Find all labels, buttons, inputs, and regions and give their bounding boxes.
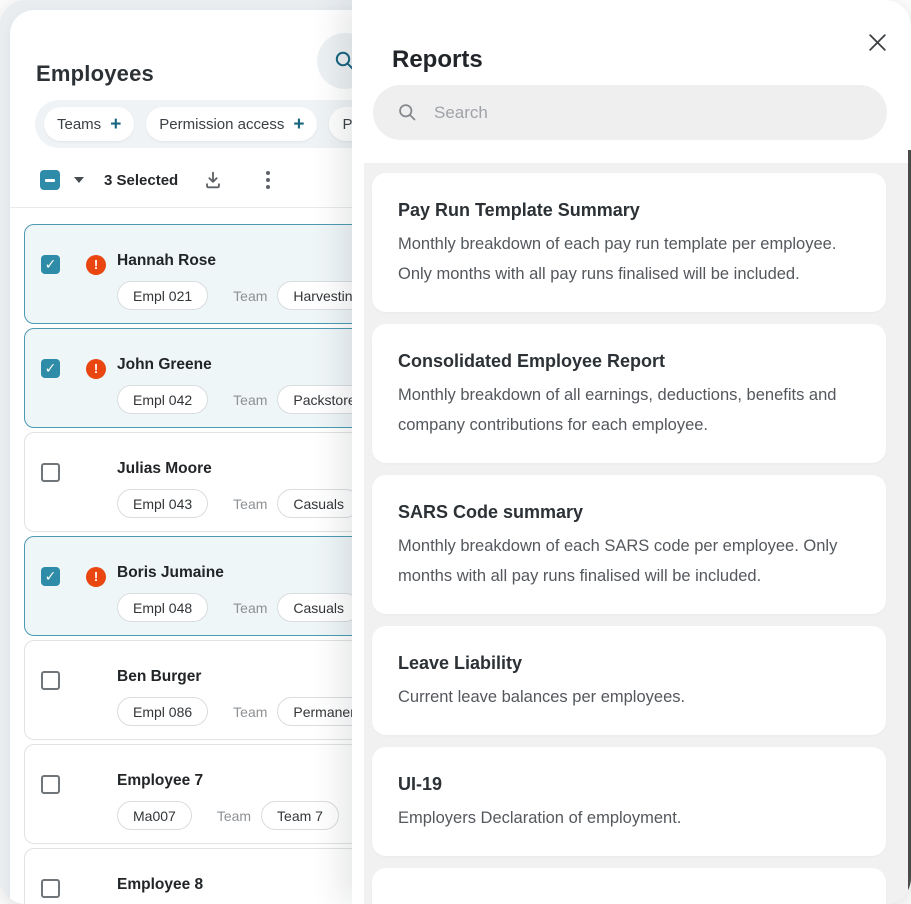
reports-drawer: Reports Pay Run Template Summary Monthly … — [352, 0, 911, 904]
warning-icon — [86, 255, 106, 275]
filter-chip-permission-access[interactable]: Permission access — [146, 107, 318, 141]
plus-icon — [293, 115, 304, 134]
chevron-down-icon[interactable] — [74, 177, 84, 183]
team-label: Team — [233, 495, 268, 512]
team-pill: Casuals — [277, 489, 360, 518]
report-description: Monthly breakdown of all earnings, deduc… — [398, 386, 837, 434]
filter-chip-teams[interactable]: Teams — [44, 107, 135, 141]
warning-icon — [86, 567, 106, 587]
report-card[interactable]: Pay Run Template Summary Monthly breakdow… — [372, 173, 886, 312]
select-all-checkbox[interactable] — [40, 170, 60, 190]
row-checkbox-checked[interactable] — [41, 255, 60, 274]
team-pill: Team 7 — [261, 801, 339, 830]
report-list: Pay Run Template Summary Monthly breakdow… — [364, 163, 911, 904]
filter-chip-label: P — [342, 115, 353, 133]
team-label: Team — [233, 599, 268, 616]
employee-meta: Empl 043 Team Casuals — [117, 489, 360, 518]
row-checkbox-checked[interactable] — [41, 359, 60, 378]
download-icon — [206, 171, 221, 189]
search-input[interactable] — [432, 101, 875, 124]
filter-chip-label: Permission access — [159, 115, 285, 133]
employee-meta: Empl 021 Team Harvesting — [117, 281, 377, 310]
team-label: Team — [233, 287, 268, 304]
report-description: Monthly breakdown of each SARS code per … — [398, 537, 838, 585]
reports-search — [373, 85, 887, 140]
employee-name: Employee 7 — [117, 772, 204, 789]
employee-id-pill: Empl 086 — [117, 697, 209, 726]
selection-toolbar: 3 Selected — [40, 168, 272, 192]
report-title: Consolidated Employee Report — [398, 351, 666, 371]
employee-name: Julias Moore — [117, 460, 212, 477]
plus-icon — [110, 115, 121, 134]
report-description: Current leave balances per employees. — [398, 688, 686, 706]
report-card-partial[interactable] — [372, 868, 886, 904]
row-checkbox-checked[interactable] — [41, 567, 60, 586]
drawer-title: Reports — [392, 45, 483, 73]
filter-chip-label: Teams — [57, 115, 102, 133]
employee-id-pill: Empl 048 — [117, 593, 209, 622]
team-pill: Casuals — [277, 593, 360, 622]
close-icon — [868, 33, 886, 51]
report-description: Monthly breakdown of each pay run templa… — [398, 235, 837, 283]
employee-id-pill: Ma007 — [117, 801, 192, 830]
employee-meta: Empl 048 Team Casuals — [117, 593, 360, 622]
team-label: Team — [233, 391, 268, 408]
search-icon — [399, 104, 416, 121]
employee-id-pill: Empl 043 — [117, 489, 209, 518]
employee-name: Employee 8 — [117, 876, 204, 893]
report-title: Leave Liability — [398, 653, 523, 673]
row-checkbox[interactable] — [41, 775, 60, 794]
close-button[interactable] — [863, 28, 891, 56]
more-options-button[interactable] — [264, 169, 272, 191]
employee-id-pill: Empl 042 — [117, 385, 209, 414]
row-checkbox[interactable] — [41, 671, 60, 690]
app-window: Employees Teams Permission access P 3 Sele… — [0, 0, 911, 904]
employee-meta: Empl 086 Team Permanent — [117, 697, 378, 726]
row-checkbox[interactable] — [41, 879, 60, 898]
report-title: UI-19 — [398, 774, 443, 794]
warning-icon — [86, 359, 106, 379]
report-card[interactable]: Leave Liability Current leave balances pe… — [372, 626, 886, 735]
employee-id-pill: Empl 021 — [117, 281, 209, 310]
selected-count: 3 Selected — [104, 171, 179, 189]
report-card[interactable]: SARS Code summary Monthly breakdown of ea… — [372, 475, 886, 614]
report-description: Employers Declaration of employment. — [398, 809, 682, 827]
row-checkbox[interactable] — [41, 463, 60, 482]
employee-name: Hannah Rose — [117, 252, 217, 269]
report-card[interactable]: Consolidated Employee Report Monthly brea… — [372, 324, 886, 463]
report-title: SARS Code summary — [398, 502, 584, 522]
page-title: Employees — [36, 60, 154, 86]
employee-name: Boris Jumaine — [117, 564, 224, 581]
download-button[interactable] — [202, 169, 224, 191]
team-label: Team — [233, 703, 268, 720]
report-card[interactable]: UI-19 Employers Declaration of employment… — [372, 747, 886, 856]
report-title: Pay Run Template Summary — [398, 200, 640, 220]
team-label: Team — [216, 807, 252, 824]
employee-meta: Ma007 Team Team 7 — [117, 801, 339, 830]
employee-meta: Empl 042 Team Packstore — [117, 385, 372, 414]
employee-name: Ben Burger — [117, 668, 202, 685]
employee-name: John Greene — [117, 356, 212, 373]
